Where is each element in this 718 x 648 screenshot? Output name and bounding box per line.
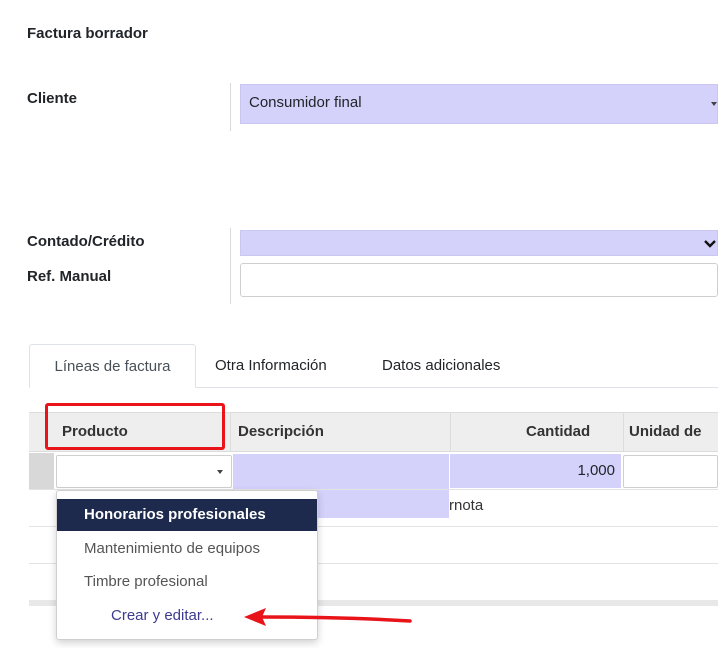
- chevron-down-icon: [704, 240, 716, 248]
- ref-manual-input[interactable]: [240, 263, 718, 297]
- field-divider: [230, 228, 231, 304]
- row-drag-handle[interactable]: [29, 453, 54, 489]
- arrow-annotation-icon: [244, 608, 412, 626]
- cantidad-value: 1,000: [577, 462, 615, 479]
- page-title: Factura borrador: [27, 25, 148, 42]
- column-divider: [450, 413, 451, 451]
- dropdown-item-timbre[interactable]: Timbre profesional: [57, 566, 317, 598]
- column-divider: [623, 413, 624, 451]
- tab-lineas-de-factura[interactable]: Líneas de factura: [29, 344, 196, 388]
- field-divider: [230, 83, 231, 131]
- column-header-cantidad[interactable]: Cantidad: [526, 413, 590, 451]
- tab-otra-informacion[interactable]: Otra Información: [215, 344, 327, 388]
- caret-down-icon: [217, 470, 223, 474]
- dropdown-item-honorarios[interactable]: Honorarios profesionales: [57, 499, 317, 531]
- column-divider: [230, 413, 231, 451]
- ref-manual-label: Ref. Manual: [27, 268, 112, 285]
- column-header-descripcion[interactable]: Descripción: [238, 413, 324, 451]
- caret-down-icon: [711, 102, 717, 106]
- cliente-label: Cliente: [27, 90, 78, 107]
- add-note-link[interactable]: rnota: [446, 497, 486, 514]
- dropdown-item-mantenimiento[interactable]: Mantenimiento de equipos: [57, 533, 317, 565]
- add-note-label: nota: [454, 497, 484, 514]
- unidad-input[interactable]: [623, 455, 718, 488]
- highlight-box: [45, 403, 225, 450]
- cantidad-input[interactable]: 1,000: [450, 454, 621, 488]
- cliente-field[interactable]: Consumidor final: [240, 84, 718, 124]
- contado-credito-label: Contado/Crédito: [27, 233, 145, 250]
- column-header-unidad[interactable]: Unidad de: [629, 413, 702, 451]
- cliente-value: Consumidor final: [249, 94, 362, 111]
- tab-datos-adicionales[interactable]: Datos adicionales: [382, 344, 500, 388]
- contado-credito-select[interactable]: [240, 230, 718, 256]
- producto-input[interactable]: [56, 455, 232, 488]
